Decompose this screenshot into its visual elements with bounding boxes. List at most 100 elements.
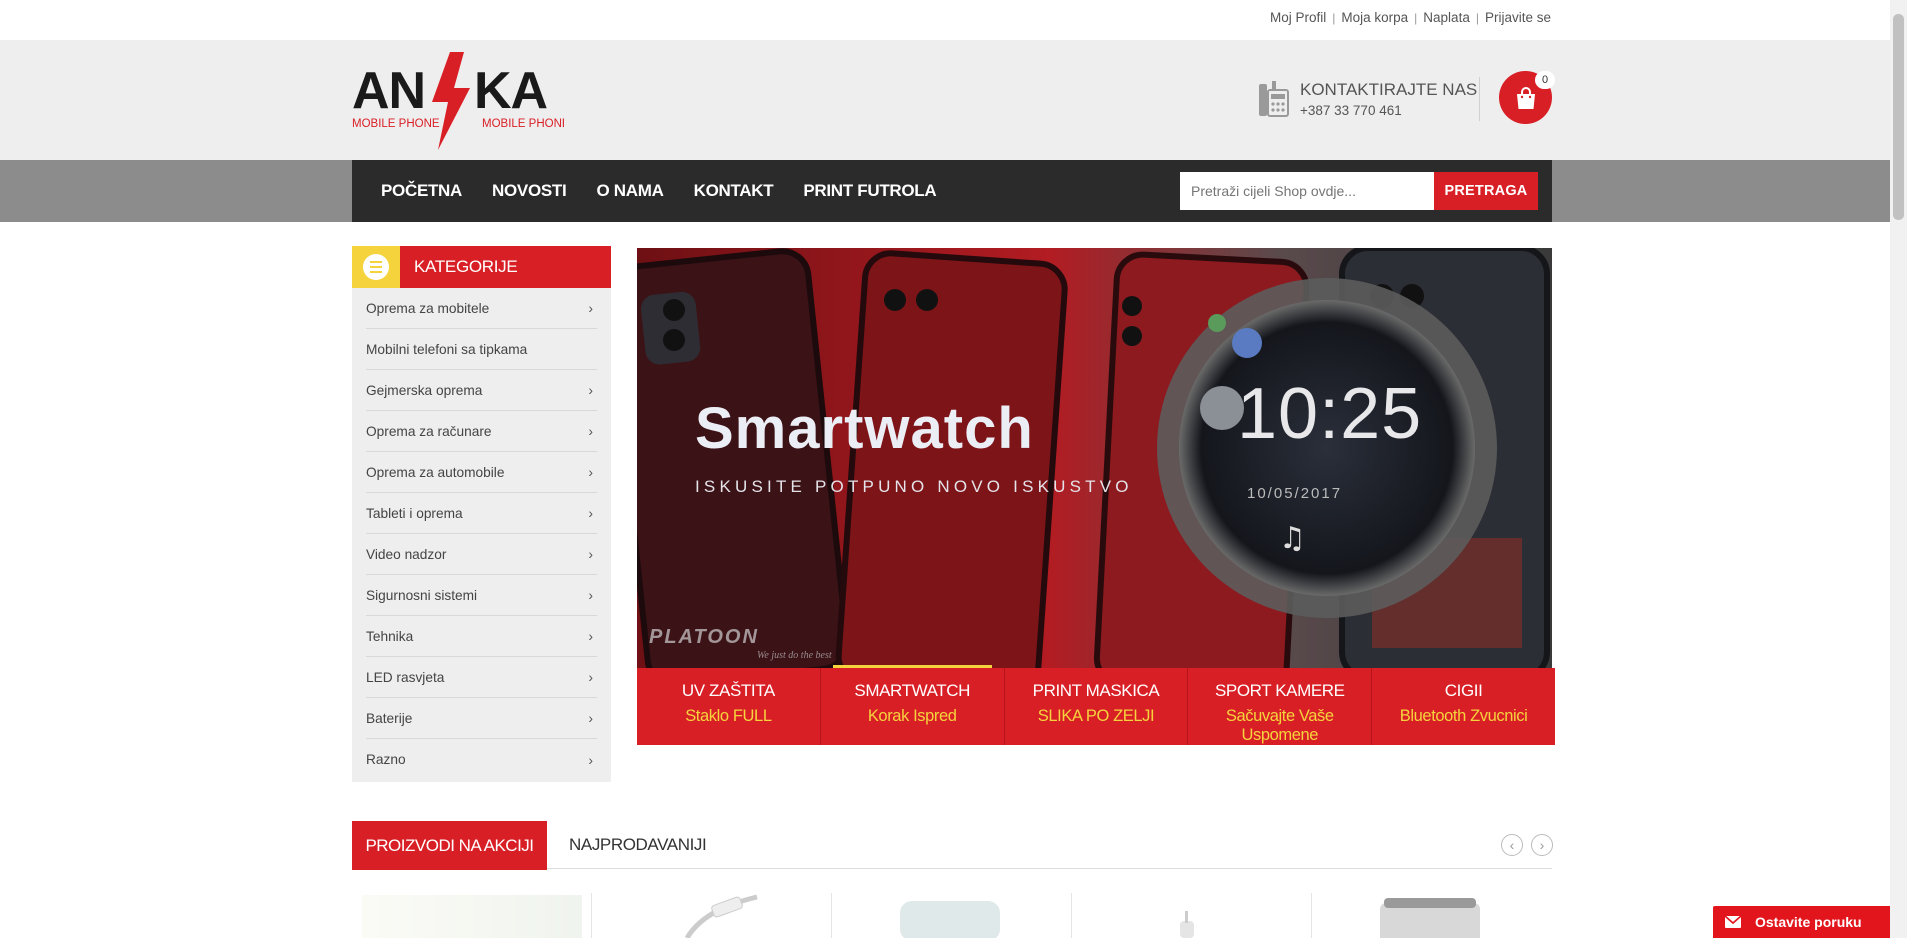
nav-item-about[interactable]: O NAMA [596,181,663,201]
banner-tagline: We just do the best [757,650,832,661]
envelope-icon [1725,916,1741,928]
category-item[interactable]: Gejmerska oprema › [366,370,597,411]
top-link-profile[interactable]: Moj Profil [1270,10,1326,25]
product-tabs: PROIZVODI NA AKCIJI NAJPRODAVANIJI [352,821,1552,870]
banner-headline: Smartwatch [695,396,1034,461]
slider-tab-title: SMARTWATCH [854,681,970,700]
leave-message-button[interactable]: Ostavite poruku [1713,906,1894,938]
top-link-login[interactable]: Prijavite se [1485,10,1551,25]
hero-banner[interactable]: 10:25 10/05/2017 ♫ Smartwatch ISKUSITE P… [637,248,1552,668]
chevron-right-icon: › [588,546,593,562]
scrollbar-thumb[interactable] [1893,14,1904,220]
category-item[interactable]: Tableti i oprema › [366,493,597,534]
page: Moj Profil | Moja korpa | Naplata | Prij… [0,0,1907,938]
search-bar: PRETRAGA [1180,172,1538,210]
contact-block: KONTAKTIRAJTE NAS +387 33 770 461 [1258,80,1477,118]
category-label: Video nadzor [366,546,447,562]
category-label: Baterije [366,710,413,726]
svg-text:MOBILE PHONE: MOBILE PHONE [352,118,440,130]
product-image [1380,898,1480,938]
top-link-checkout[interactable]: Naplata [1423,10,1470,25]
banner-subline: ISKUSITE POTPUNO NOVO ISKUSTVO [695,477,1133,496]
product-card[interactable] [832,893,1072,938]
site-logo[interactable]: AN KA MOBILE PHONE MOBILE PHONE [352,52,570,152]
product-image [1180,911,1194,938]
category-title: KATEGORIJE [414,257,518,276]
category-label: Sigurnosni sistemi [366,587,478,603]
search-input[interactable] [1180,172,1434,210]
tab-on-sale[interactable]: PROIZVODI NA AKCIJI [352,821,547,870]
product-image [684,894,758,938]
chevron-right-icon: › [588,464,593,480]
category-item[interactable]: Mobilni telefoni sa tipkama [366,329,597,370]
page-scrollbar[interactable] [1890,0,1907,938]
slider-tab-title: CIGII [1444,681,1483,700]
tab-bestsellers[interactable]: NAJPRODAVANIJI [569,821,707,869]
slider-tab-subtitle: SLIKA PO ZELJI [1037,707,1155,725]
product-card[interactable] [1312,893,1552,938]
nav-item-print-case[interactable]: PRINT FUTROLA [803,181,936,201]
slider-tab-title: UV ZAŠTITA [681,681,775,700]
chevron-right-icon: › [588,505,593,521]
category-label: Razno [366,752,406,767]
search-button[interactable]: PRETRAGA [1434,172,1538,210]
slider-tab[interactable]: CIGII Bluetooth Zvucnici [1372,668,1555,745]
svg-text:AN: AN [352,62,425,120]
slider-tab[interactable]: SPORT KAMERE Sačuvajte Vaše Uspomene [1188,668,1373,745]
category-label: Tehnika [366,628,414,644]
slider-tab[interactable]: PRINT MASKICA SLIKA PO ZELJI [1004,668,1189,745]
category-item[interactable]: Sigurnosni sistemi › [366,575,597,616]
chevron-right-icon: › [588,751,593,768]
chevron-right-icon: › [588,300,593,316]
contact-phone: +387 33 770 461 [1300,103,1402,118]
slider-tab-title: SPORT KAMERE [1214,681,1345,700]
category-item[interactable]: Video nadzor › [366,534,597,575]
product-carousel [352,893,1552,938]
category-label: LED rasvjeta [366,669,445,685]
product-image [362,895,582,938]
product-card[interactable] [352,893,592,938]
category-item[interactable]: Oprema za računare › [366,411,597,452]
leave-message-label: Ostavite poruku [1755,914,1862,930]
chevron-left-icon[interactable]: ‹ [1501,834,1523,856]
cart-button[interactable]: 0 [1499,71,1555,124]
contact-title: KONTAKTIRAJTE NAS [1300,80,1478,99]
chevron-right-icon: › [588,669,593,685]
phone-icon [1259,81,1289,117]
slider-tabs: UV ZAŠTITA Staklo FULL SMARTWATCH Korak Is… [637,665,1555,745]
nav-item-news[interactable]: NOVOSTI [492,181,567,201]
category-label: Tableti i oprema [366,505,463,521]
cart-count-badge: 0 [1535,71,1555,89]
chevron-right-icon: › [588,587,593,603]
category-item[interactable]: Oprema za mobitele › [366,288,597,329]
svg-text:MOBILE PHONE: MOBILE PHONE [482,118,564,130]
category-item[interactable]: LED rasvjeta › [366,657,597,698]
category-label: Oprema za mobitele [366,300,490,316]
banner-brand: PLATOON [649,626,759,648]
separator: | [1332,10,1336,25]
category-item[interactable]: Baterije › [366,698,597,739]
menu-icon [352,246,400,288]
category-label: Gejmerska oprema [366,382,483,398]
category-item[interactable]: Tehnika › [366,616,597,657]
chevron-right-icon[interactable]: › [1531,834,1553,856]
slider-tab-subtitle: Sačuvajte Vaše Uspomene [1225,707,1334,744]
category-item[interactable]: Oprema za automobile › [366,452,597,493]
slider-tab-active[interactable]: SMARTWATCH Korak Ispred [820,665,1005,745]
product-image [900,901,1000,938]
product-card[interactable] [1072,893,1312,938]
chevron-right-icon: › [588,382,593,398]
product-card[interactable] [592,893,832,938]
separator: | [1475,10,1479,25]
nav-item-home[interactable]: POČETNA [381,181,462,201]
slider-tab-subtitle: Bluetooth Zvucnici [1399,707,1528,725]
chevron-right-icon: › [588,710,593,726]
nav-item-contact[interactable]: KONTAKT [694,181,774,201]
category-label: Oprema za automobile [366,464,505,480]
slider-tab[interactable]: UV ZAŠTITA Staklo FULL [637,668,821,745]
top-link-cart[interactable]: Moja korpa [1341,10,1408,25]
watch-time: 10:25 [1237,374,1422,454]
shopping-bag-icon [1516,86,1535,109]
category-item[interactable]: Razno › [366,739,597,780]
chevron-right-icon: › [588,628,593,644]
